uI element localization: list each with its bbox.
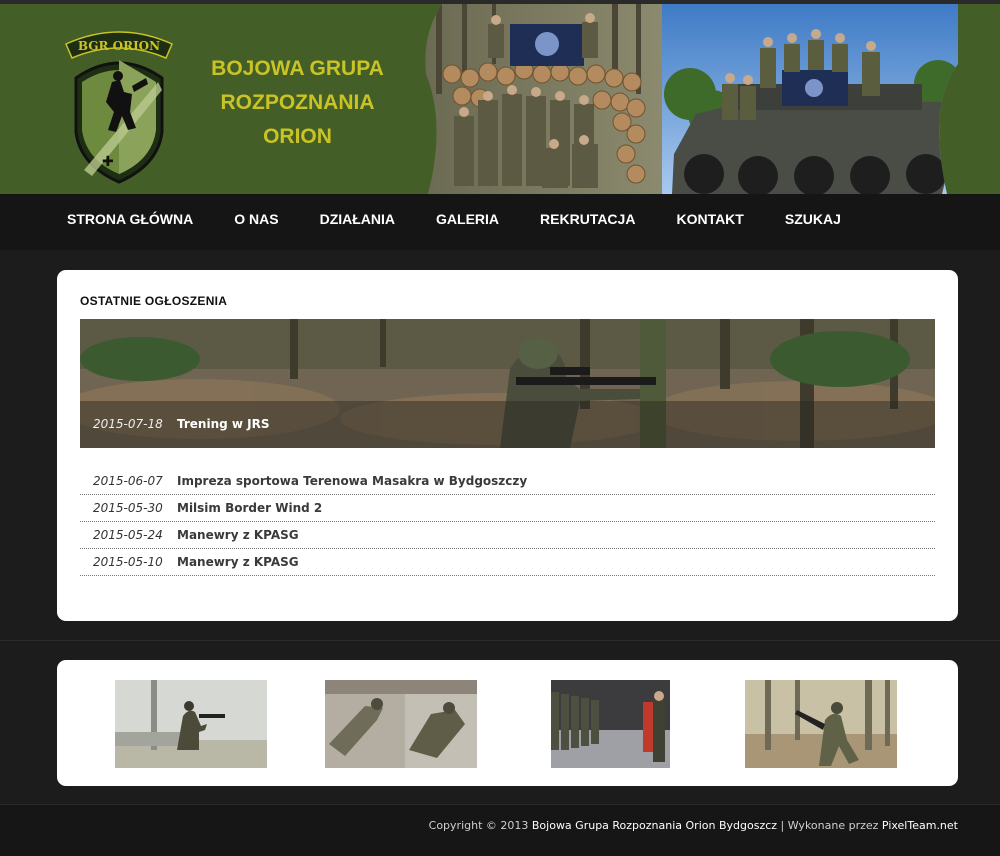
nav-item-contact[interactable]: KONTAKT <box>676 194 743 250</box>
gallery-thumb[interactable] <box>745 680 897 768</box>
news-date: 2015-06-07 <box>93 474 163 488</box>
main-nav: STRONA GŁÓWNA O NAS DZIAŁANIA GALERIA RE… <box>0 194 1000 250</box>
header-banner-photo <box>425 4 958 194</box>
site-title-line: BOJOWA GRUPA <box>211 57 384 80</box>
nav-item-gallery[interactable]: GALERIA <box>436 194 499 250</box>
author-link[interactable]: PixelTeam.net <box>882 819 958 832</box>
site-header: BGR ORION ✚ BOJOWA GRUPA ROZPOZNANIA ORI… <box>0 4 1000 194</box>
gallery-thumb[interactable] <box>115 680 267 768</box>
site-title-line: ROZPOZNANIA <box>220 91 375 114</box>
site-footer: Copyright © 2013 Bojowa Grupa Rozpoznani… <box>0 804 1000 856</box>
news-heading: OSTATNIE OGŁOSZENIA <box>80 294 228 308</box>
nav-item-activities[interactable]: DZIAŁANIA <box>320 194 395 250</box>
svg-text:✚: ✚ <box>102 154 114 170</box>
nav-item-recruitment[interactable]: REKRUTACJA <box>540 194 635 250</box>
news-date: 2015-05-10 <box>93 555 163 569</box>
news-panel: OSTATNIE OGŁOSZENIA 2015-07-18 Trening w… <box>57 270 958 621</box>
copyright-middle: | Wykonane przez <box>777 819 882 832</box>
news-date: 2015-05-30 <box>93 501 163 515</box>
nav-item-search[interactable]: SZUKAJ <box>785 194 841 250</box>
logo-text: BGR ORION <box>78 39 160 53</box>
news-item[interactable]: 2015-06-07 Impreza sportowa Terenowa Mas… <box>80 468 935 495</box>
news-title[interactable]: Manewry z KPASG <box>177 528 299 542</box>
news-date: 2015-05-24 <box>93 528 163 542</box>
nav-item-home[interactable]: STRONA GŁÓWNA <box>67 194 193 250</box>
site-title-line: ORION <box>263 125 332 148</box>
gallery-thumb[interactable] <box>325 680 477 768</box>
featured-news-title[interactable]: Trening w JRS <box>177 417 270 431</box>
gallery-strip <box>57 660 958 786</box>
copyright-org-link[interactable]: Bojowa Grupa Rozpoznania Orion Bydgoszcz <box>532 819 777 832</box>
section-divider <box>0 640 1000 641</box>
news-title[interactable]: Manewry z KPASG <box>177 555 299 569</box>
copyright-text: Copyright © 2013 Bojowa Grupa Rozpoznani… <box>429 819 958 832</box>
news-list: 2015-06-07 Impreza sportowa Terenowa Mas… <box>80 468 935 576</box>
news-title[interactable]: Milsim Border Wind 2 <box>177 501 322 515</box>
gallery-thumb[interactable] <box>551 680 670 768</box>
news-item[interactable]: 2015-05-30 Milsim Border Wind 2 <box>80 495 935 522</box>
orion-logo[interactable]: BGR ORION ✚ <box>62 20 176 188</box>
news-title[interactable]: Impreza sportowa Terenowa Masakra w Bydg… <box>177 474 527 488</box>
site-title[interactable]: BOJOWA GRUPA ROZPOZNANIA ORION <box>190 52 405 154</box>
nav-item-about[interactable]: O NAS <box>234 194 278 250</box>
news-item[interactable]: 2015-05-24 Manewry z KPASG <box>80 522 935 549</box>
featured-news-date: 2015-07-18 <box>93 417 163 431</box>
news-item[interactable]: 2015-05-10 Manewry z KPASG <box>80 549 935 576</box>
copyright-prefix: Copyright © 2013 <box>428 819 532 832</box>
featured-news[interactable]: 2015-07-18 Trening w JRS <box>80 319 935 448</box>
